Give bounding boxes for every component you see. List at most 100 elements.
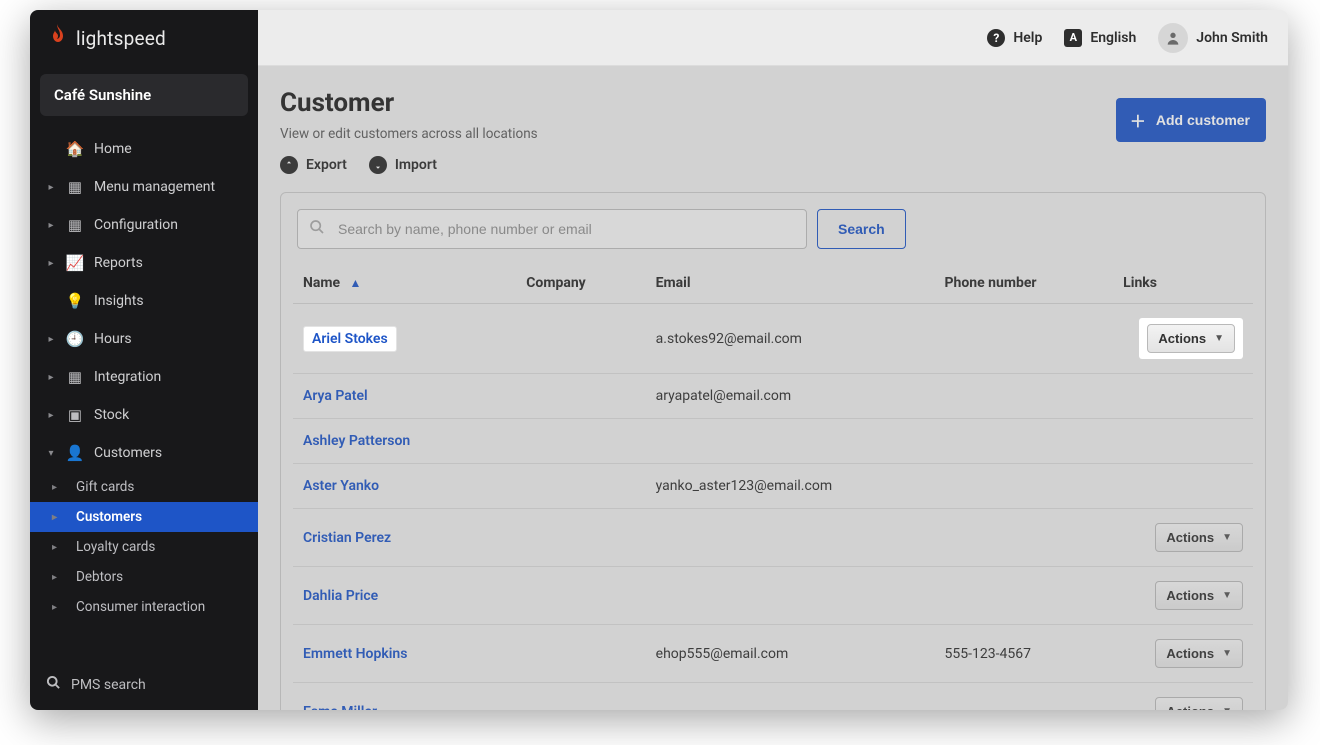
customer-link[interactable]: Arya Patel [303,388,368,404]
chevron-down-icon: ▼ [1222,648,1232,659]
sidebar-item-hours[interactable]: ▸🕘Hours [30,320,258,358]
cell-email [646,567,935,625]
cell-links: Actions▼ [1113,683,1253,711]
import-button[interactable]: Import [369,156,437,174]
page-title: Customer [280,88,538,118]
cell-links [1113,464,1253,509]
brand-name: lightspeed [76,27,166,50]
chevron-icon: ▾ [46,448,56,459]
customer-link[interactable]: Aster Yanko [303,478,379,494]
sub-label: Consumer interaction [76,599,205,615]
sort-asc-icon: ▲ [350,276,362,290]
import-icon [369,156,387,174]
page-header: Customer View or edit customers across a… [280,88,1266,174]
toolbar: Export Import [280,156,538,174]
nav-label: Insights [94,293,144,309]
customer-card: Search Name ▲ Company Email Phone number [280,192,1266,710]
sidebar-subitem-consumer-interaction[interactable]: ▸Consumer interaction [30,592,258,622]
page: Customer View or edit customers across a… [258,66,1288,710]
table-row: Ariel Stokes a.stokes92@email.com Actions▼ [293,304,1253,374]
language-label: English [1090,30,1136,46]
customer-link[interactable]: Ariel Stokes [312,331,388,347]
actions-button[interactable]: Actions▼ [1155,523,1243,552]
nav-label: Stock [94,407,129,423]
customer-link[interactable]: Esme Miller [303,704,377,711]
table-row: Emmett Hopkinsehop555@email.com555-123-4… [293,625,1253,683]
cell-email: a.stokes92@email.com [646,304,935,374]
chevron-icon: ▸ [52,542,57,553]
nav-icon: 📈 [66,254,84,272]
actions-button[interactable]: Actions▼ [1155,697,1243,710]
nav-icon: 🕘 [66,330,84,348]
user-menu[interactable]: John Smith [1158,23,1268,53]
nav-label: Integration [94,369,161,385]
cell-links [1113,374,1253,419]
table-row: Aster Yankoyanko_aster123@email.com [293,464,1253,509]
customer-link[interactable]: Emmett Hopkins [303,646,407,662]
customer-link[interactable]: Cristian Perez [303,530,391,546]
sidebar-subitem-debtors[interactable]: ▸Debtors [30,562,258,592]
nav-label: Home [94,141,132,157]
sidebar-item-reports[interactable]: ▸📈Reports [30,244,258,282]
cell-company [516,509,645,567]
nav-label: Menu management [94,179,215,195]
cell-company [516,567,645,625]
chevron-icon: ▸ [46,410,56,421]
sidebar-item-menu-management[interactable]: ▸▦Menu management [30,168,258,206]
cell-links: Actions▼ [1113,509,1253,567]
export-button[interactable]: Export [280,156,347,174]
cell-links: Actions▼ [1113,567,1253,625]
cell-company [516,625,645,683]
cell-phone [935,683,1114,711]
tenant-selector[interactable]: Café Sunshine [40,74,248,116]
actions-button[interactable]: Actions▼ [1147,324,1235,353]
search-box [297,209,807,249]
search-input[interactable] [297,209,807,249]
sidebar-subitem-customers[interactable]: ▸Customers [30,502,258,532]
app-frame: lightspeed Café Sunshine 🏠Home▸▦Menu man… [30,10,1288,710]
user-label: John Smith [1196,30,1268,46]
sidebar-item-configuration[interactable]: ▸▦Configuration [30,206,258,244]
actions-button[interactable]: Actions▼ [1155,581,1243,610]
col-name[interactable]: Name ▲ [293,263,516,304]
search-button[interactable]: Search [817,209,906,249]
sidebar-footer-item[interactable]: PMS search [30,658,258,710]
sidebar-item-home[interactable]: 🏠Home [30,130,258,168]
chevron-icon: ▸ [52,572,57,583]
table-row: Ashley Patterson [293,419,1253,464]
actions-button[interactable]: Actions▼ [1155,639,1243,668]
main: ? Help A English John Smith Customer Vie… [258,10,1288,710]
language-switcher[interactable]: A English [1064,29,1136,47]
sub-label: Customers [76,509,142,525]
chevron-icon: ▸ [52,482,57,493]
table-row: Cristian Perez Actions▼ [293,509,1253,567]
sidebar-item-insights[interactable]: 💡Insights [30,282,258,320]
sidebar-item-customers[interactable]: ▾👤Customers [30,434,258,472]
page-subtitle: View or edit customers across all locati… [280,126,538,142]
sidebar: lightspeed Café Sunshine 🏠Home▸▦Menu man… [30,10,258,710]
cell-phone [935,464,1114,509]
search-row: Search [293,209,1253,263]
cell-company [516,304,645,374]
add-customer-button[interactable]: ＋ Add customer [1116,98,1266,142]
sidebar-subitem-loyalty-cards[interactable]: ▸ Loyalty cards [30,532,258,562]
sidebar-subitem-gift-cards[interactable]: ▸ Gift cards [30,472,258,502]
customer-link[interactable]: Dahlia Price [303,588,378,604]
customer-link[interactable]: Ashley Patterson [303,433,410,449]
col-email[interactable]: Email [646,263,935,304]
sub-label: Loyalty cards [76,539,155,555]
customer-table: Name ▲ Company Email Phone number Links … [293,263,1253,710]
help-button[interactable]: ? Help [987,29,1042,47]
sidebar-item-integration[interactable]: ▸▦Integration [30,358,258,396]
nav-icon: ▦ [66,216,84,234]
chevron-icon: ▸ [46,258,56,269]
nav-label: Hours [94,331,132,347]
add-customer-label: Add customer [1156,112,1250,128]
sidebar-item-stock[interactable]: ▸▣Stock [30,396,258,434]
sub-label: Gift cards [76,479,134,495]
chevron-icon: ▸ [46,182,56,193]
search-icon [309,219,325,239]
col-phone[interactable]: Phone number [935,263,1114,304]
col-company[interactable]: Company [516,263,645,304]
cell-email: ehop555@email.com [646,625,935,683]
